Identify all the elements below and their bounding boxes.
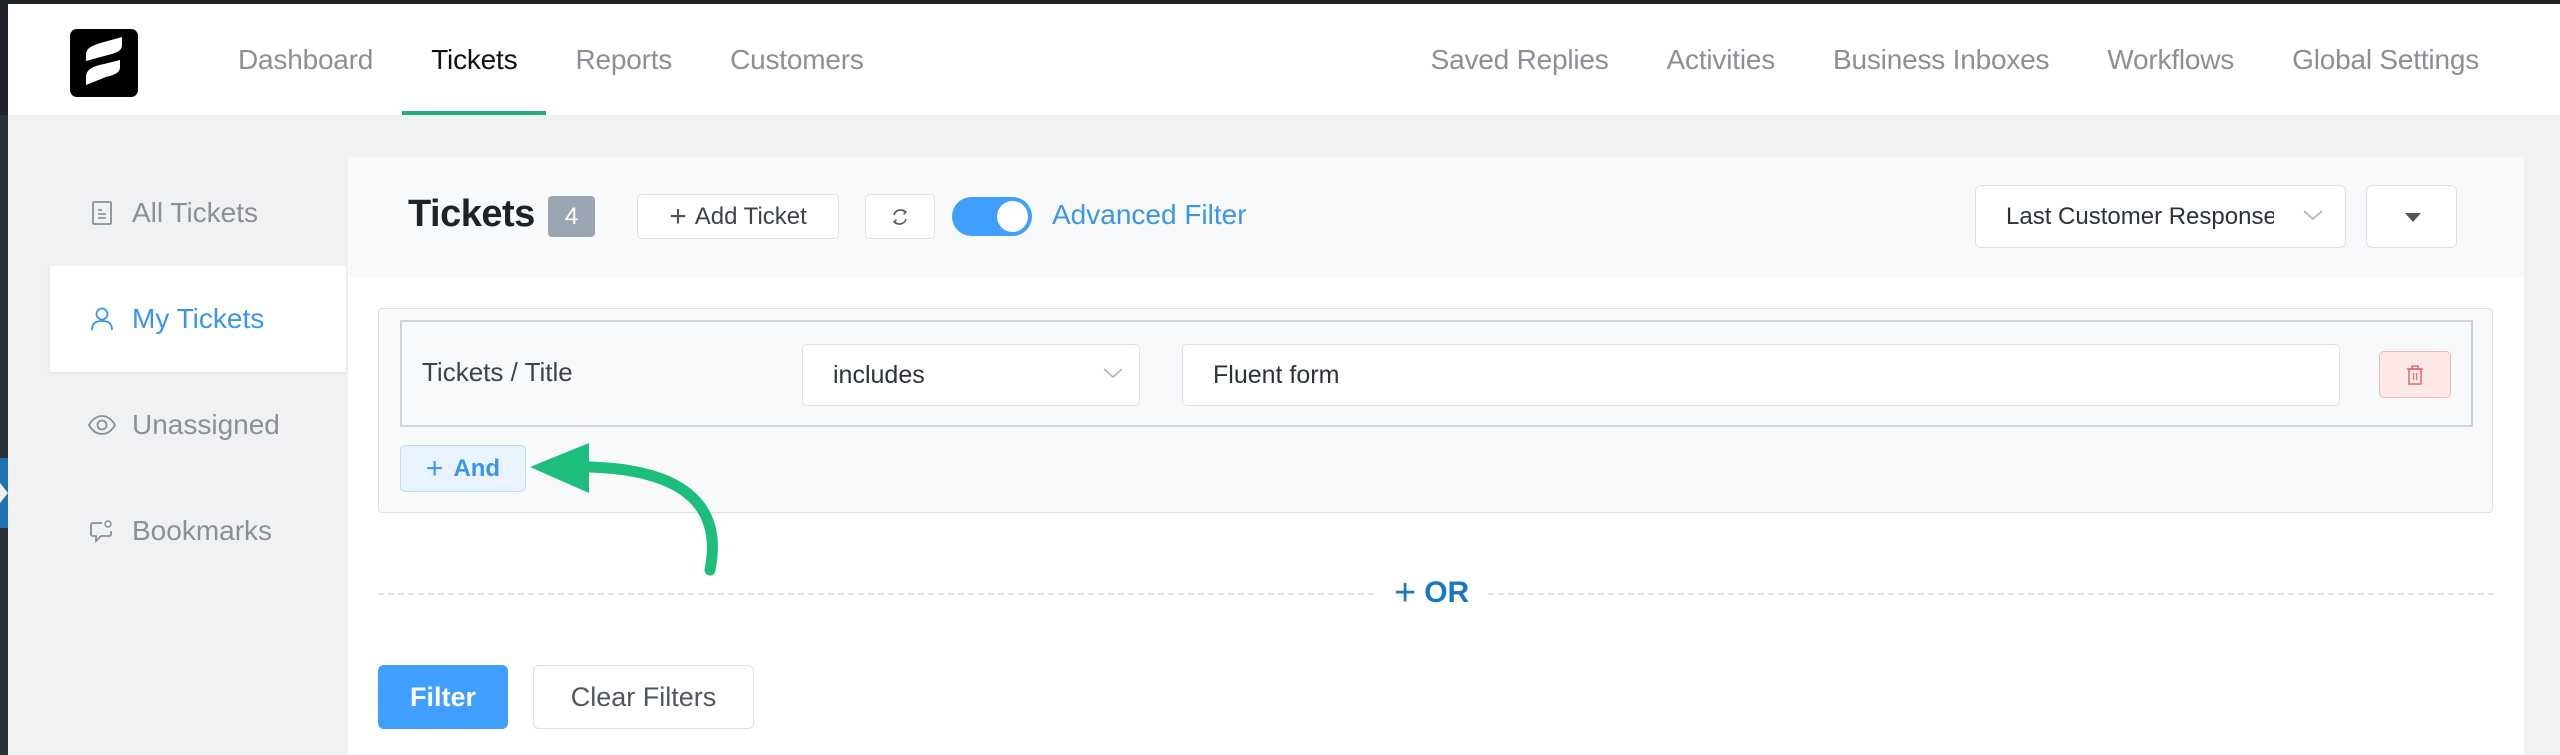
apply-filter-button[interactable]: Filter (378, 665, 508, 729)
tickets-sidebar: All Tickets My Tickets Unassigned Bookma… (50, 160, 346, 584)
sort-by-value: Last Customer Response (2006, 203, 2274, 230)
tickets-toolbar: Tickets 4 + Add Ticket Advanced Filter L… (348, 157, 2524, 277)
rule-operator-value: includes (833, 361, 925, 389)
wp-admin-bar-edge (0, 0, 8, 115)
document-list-icon (88, 199, 116, 227)
plus-icon: + (425, 451, 444, 485)
add-or-group-button[interactable]: + OR (1378, 572, 1486, 614)
primary-nav: Dashboard Tickets Reports Customers (229, 4, 893, 115)
caret-down-icon (2405, 213, 2421, 222)
sidebar-item-unassigned[interactable]: Unassigned (50, 372, 346, 478)
ticket-count-badge: 4 (548, 196, 595, 237)
chevron-down-icon (1103, 368, 1123, 379)
plus-icon: + (669, 199, 687, 233)
refresh-button[interactable] (865, 194, 935, 239)
sidebar-item-label: My Tickets (132, 303, 265, 334)
nav-reports[interactable]: Reports (546, 4, 701, 115)
nav-customers[interactable]: Customers (701, 4, 893, 115)
nav-global-settings[interactable]: Global Settings (2263, 4, 2508, 115)
refresh-icon (892, 208, 908, 225)
wp-admin-sidebar-edge (0, 0, 8, 755)
page-title: Tickets (408, 193, 535, 235)
sort-by-select[interactable]: Last Customer Response (1975, 185, 2346, 248)
plus-icon: + (1394, 572, 1417, 614)
delete-rule-button[interactable] (2379, 351, 2451, 398)
tickets-main-panel: Tickets 4 + Add Ticket Advanced Filter L… (348, 157, 2524, 755)
secondary-nav: Saved Replies Activities Business Inboxe… (1402, 4, 2508, 115)
advanced-filter-label[interactable]: Advanced Filter (1052, 199, 1247, 231)
nav-dashboard[interactable]: Dashboard (229, 4, 402, 115)
sort-order-button[interactable] (2366, 185, 2457, 248)
eye-icon (88, 411, 116, 439)
nav-business-inboxes[interactable]: Business Inboxes (1804, 4, 2078, 115)
advanced-filter-toggle[interactable] (952, 197, 1032, 236)
trash-icon (2407, 364, 2423, 385)
logo-icon (86, 37, 122, 85)
sidebar-item-label: Unassigned (132, 409, 280, 440)
chat-at-icon (88, 517, 116, 545)
sidebar-item-all-tickets[interactable]: All Tickets (50, 160, 346, 266)
toggle-knob (997, 201, 1028, 232)
filter-group: Tickets / Title includes + And (378, 308, 2493, 513)
fluent-support-logo[interactable] (70, 29, 138, 97)
filter-rule: Tickets / Title includes (400, 320, 2473, 427)
sidebar-item-label: All Tickets (132, 197, 259, 228)
rule-operator-select[interactable]: includes (802, 344, 1140, 406)
add-ticket-button[interactable]: + Add Ticket (637, 194, 839, 239)
or-label: OR (1424, 576, 1470, 609)
rule-field-label: Tickets / Title (422, 357, 573, 387)
sidebar-item-my-tickets[interactable]: My Tickets (50, 266, 346, 372)
nav-activities[interactable]: Activities (1638, 4, 1804, 115)
add-ticket-label: Add Ticket (694, 202, 807, 230)
sidebar-item-bookmarks[interactable]: Bookmarks (50, 478, 346, 584)
chevron-down-icon (2303, 210, 2323, 221)
app-header: Dashboard Tickets Reports Customers Save… (8, 4, 2560, 115)
wp-admin-current-menu-marker[interactable] (0, 458, 8, 528)
nav-saved-replies[interactable]: Saved Replies (1402, 4, 1638, 115)
and-button[interactable]: + And (400, 445, 526, 492)
nav-tickets[interactable]: Tickets (402, 4, 547, 115)
rule-value-input[interactable] (1182, 344, 2340, 406)
and-label: And (453, 454, 501, 482)
sidebar-item-label: Bookmarks (132, 515, 273, 546)
nav-workflows[interactable]: Workflows (2078, 4, 2263, 115)
or-divider: + OR (378, 572, 2494, 615)
user-icon (88, 305, 116, 333)
clear-filters-button[interactable]: Clear Filters (533, 665, 754, 729)
